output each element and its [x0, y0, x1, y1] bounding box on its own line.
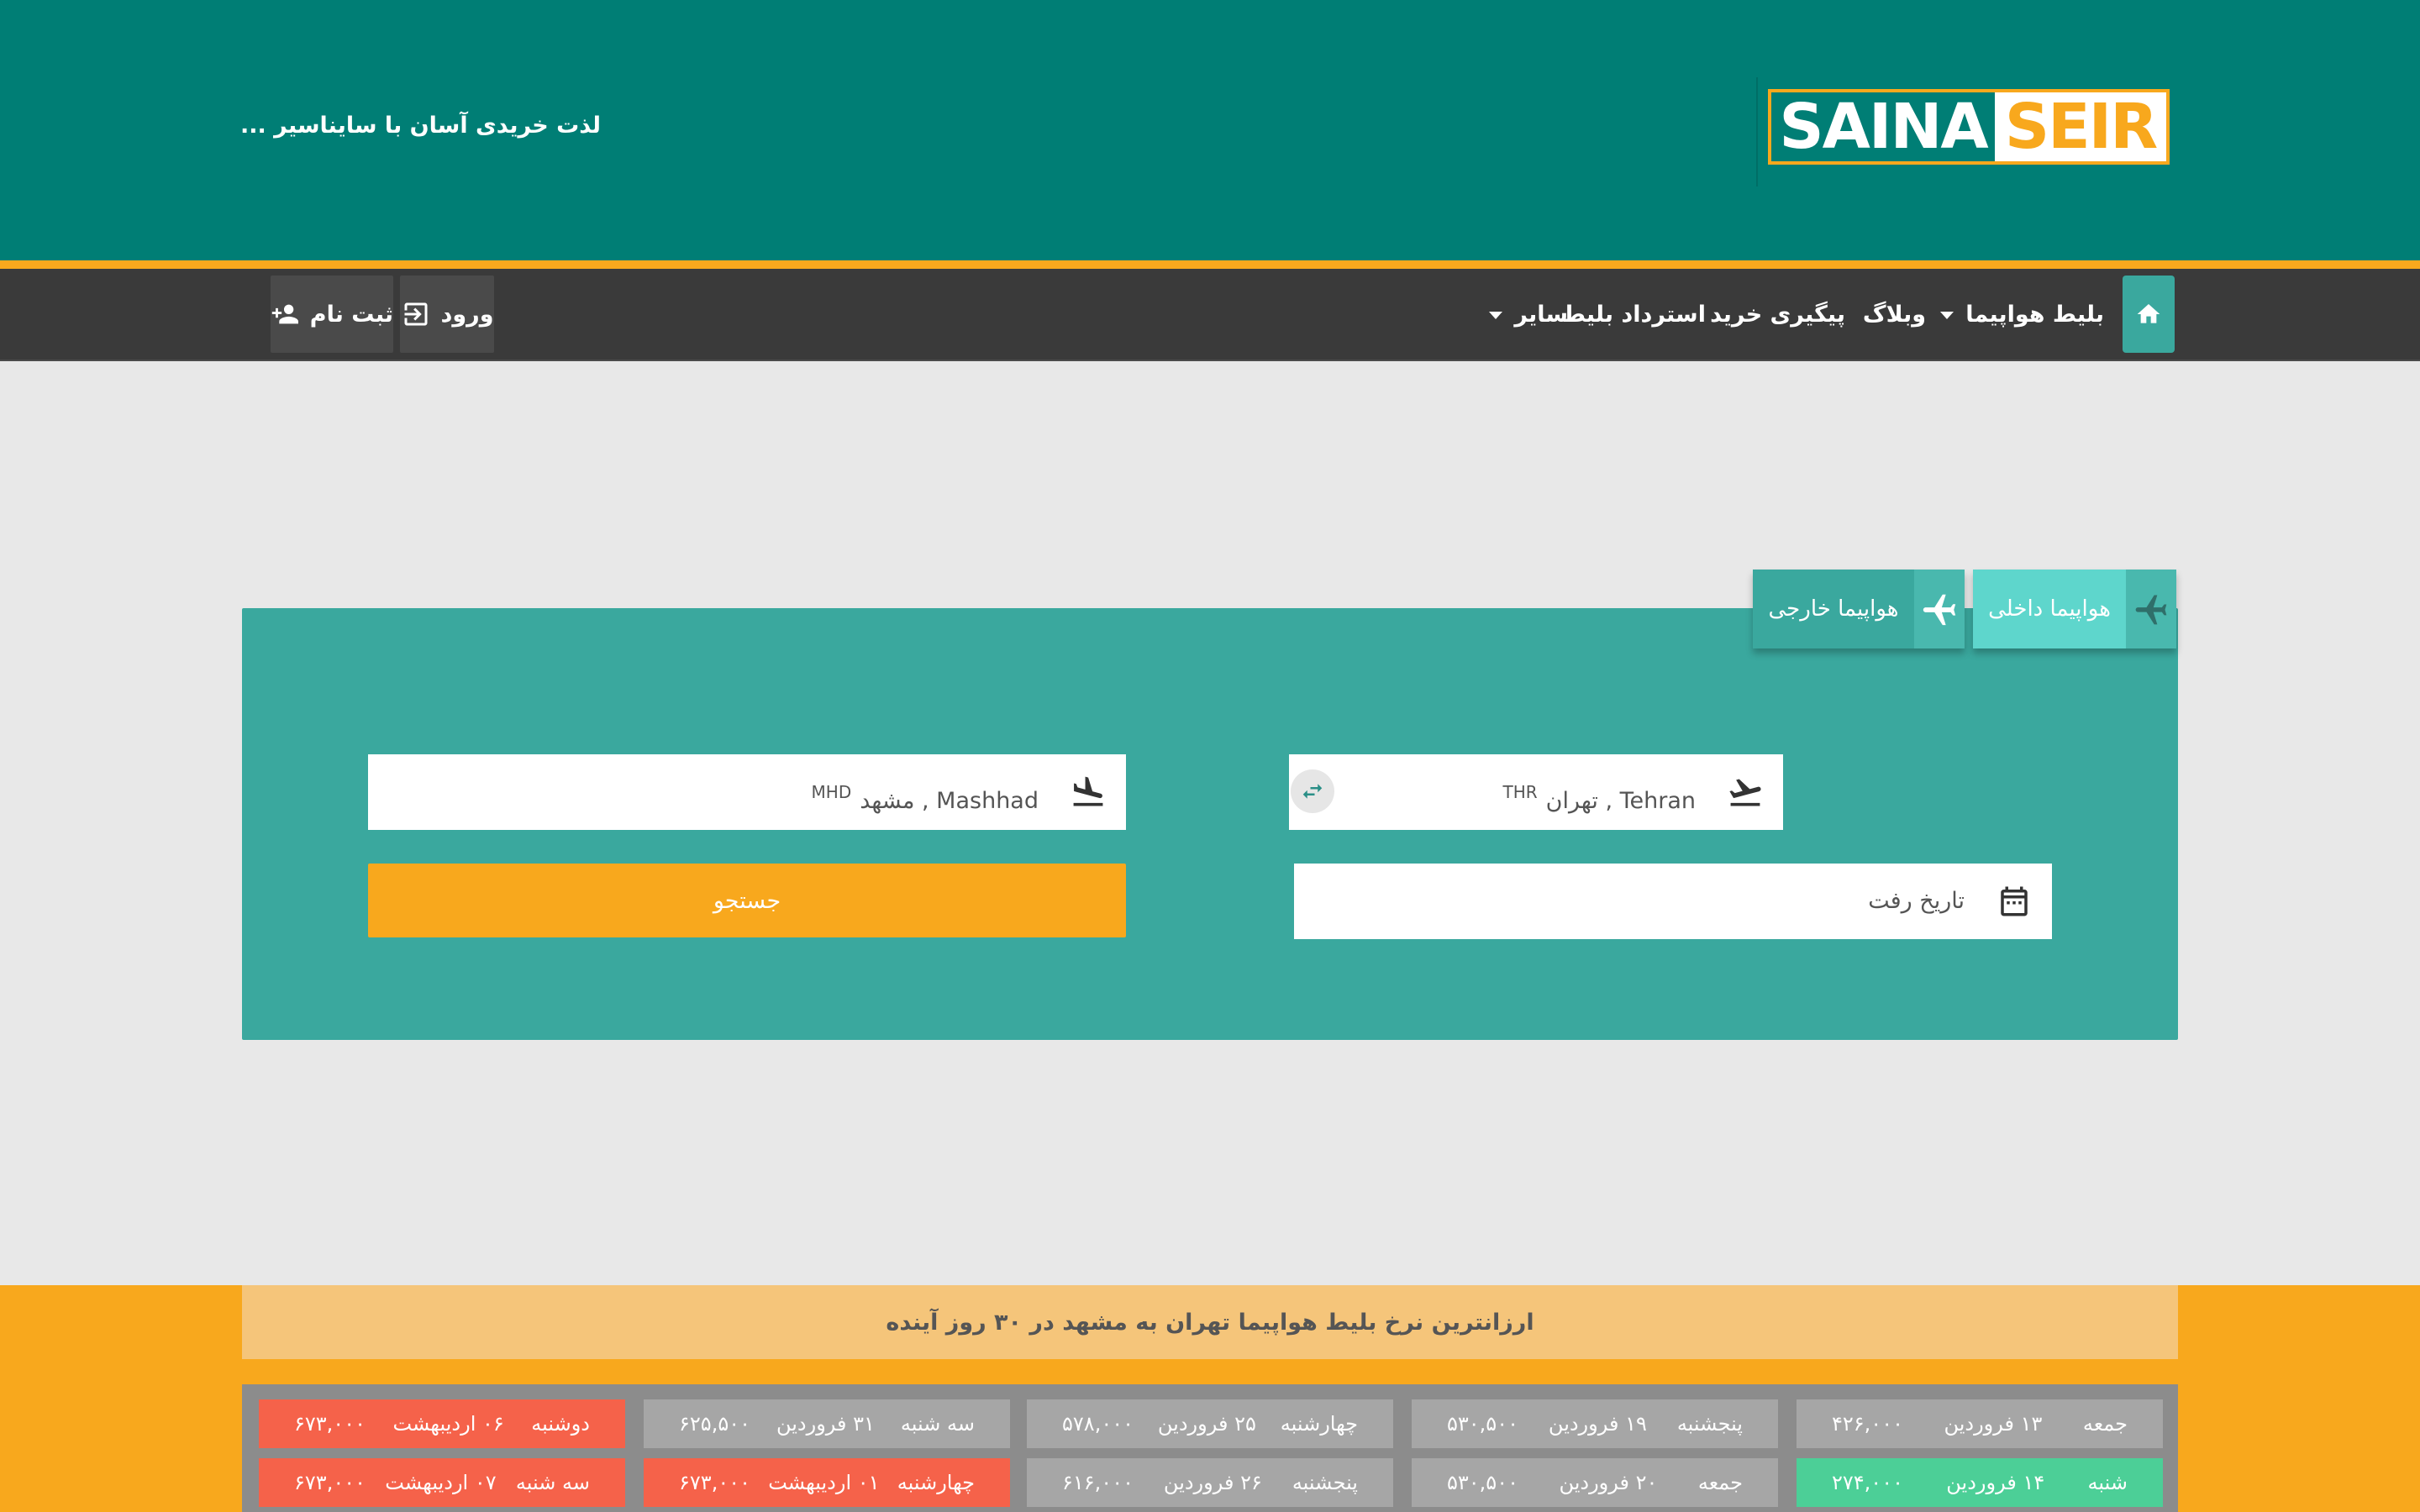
fare-date: ۱۴ فروردین: [1946, 1471, 2045, 1494]
fare-date: ۰۶ اردیبهشت: [392, 1412, 504, 1436]
origin-value: Tehran , تهران THR: [1503, 754, 1696, 830]
nav-item-other[interactable]: سایر: [1489, 269, 1568, 361]
fare-day: پنجشنبه: [1676, 1412, 1743, 1436]
fare-day: جمعه: [1697, 1471, 1743, 1494]
nav-home-button[interactable]: [2123, 276, 2175, 353]
landing-icon: [1069, 773, 1107, 811]
origin-code: THR: [1502, 782, 1538, 802]
destination-code: MHD: [811, 782, 852, 802]
fare-date: ۳۱ فروردین: [776, 1412, 875, 1436]
fare-price: ۶۷۳,۰۰۰: [679, 1471, 750, 1494]
fare-day: شنبه: [2087, 1471, 2128, 1494]
nav-item-blog[interactable]: وبلاگ: [1863, 269, 1926, 361]
register-button[interactable]: ثبت نام: [271, 276, 393, 353]
fare-date: ۱۹ فروردین: [1548, 1412, 1647, 1436]
swap-icon: [1302, 784, 1323, 799]
cheapest-fares-title: ارزانترین نرخ بلیط هواپیما تهران به مشهد…: [242, 1285, 2178, 1359]
header-divider: [1756, 77, 1758, 186]
fare-price: ۵۷۸,۰۰۰: [1062, 1412, 1134, 1436]
tab-international-flight[interactable]: هواپیما خارجی: [1753, 570, 1965, 648]
logo-text-left: SAINA: [1771, 92, 1995, 161]
fare-cell[interactable]: جمعه ۱۳ فروردین ۴۲۶,۰۰۰: [1797, 1399, 2163, 1448]
origin-field[interactable]: Tehran , تهران THR: [1289, 754, 1783, 830]
header-tagline: لذت خریدی آسان با سایناسیر ...: [240, 113, 601, 139]
fare-cell[interactable]: جمعه ۲۰ فروردین ۵۳۰,۵۰۰: [1412, 1458, 1778, 1507]
nav-item-label: استرداد بلیط: [1561, 302, 1706, 328]
chevron-down-icon: [1940, 311, 1954, 319]
fare-day: جمعه: [2082, 1412, 2128, 1436]
nav-item-label: سایر: [1514, 302, 1568, 328]
fare-date: ۲۵ فروردین: [1157, 1412, 1256, 1436]
add-user-icon: [271, 304, 298, 324]
fare-price: ۶۷۳,۰۰۰: [294, 1412, 366, 1436]
login-label: ورود: [440, 301, 494, 328]
logo-text-right: SEIR: [1995, 92, 2166, 161]
airplane-icon: [1914, 570, 1965, 648]
fare-day: چهارشنبه: [1280, 1412, 1358, 1436]
site-logo[interactable]: SAINA SEIR: [1768, 89, 2170, 165]
fare-cell[interactable]: سه شنبه ۳۱ فروردین ۶۲۵,۵۰۰: [644, 1399, 1010, 1448]
fare-day: پنجشنبه: [1292, 1471, 1358, 1494]
calendar-icon: [1995, 882, 2033, 921]
destination-field[interactable]: Mashhad , مشهد MHD: [368, 754, 1126, 830]
fare-date: ۰۱ اردیبهشت: [768, 1471, 880, 1494]
origin-city: Tehran , تهران: [1545, 788, 1696, 814]
fare-date: ۱۳ فروردین: [1944, 1412, 2043, 1436]
fare-price: ۲۷۴,۰۰۰: [1832, 1471, 1903, 1494]
fare-date: ۲۰ فروردین: [1559, 1471, 1658, 1494]
tab-domestic-flight[interactable]: هواپیما داخلی: [1973, 570, 2176, 648]
tab-label: هواپیما داخلی: [1988, 596, 2111, 622]
fare-date: ۲۶ فروردین: [1163, 1471, 1262, 1494]
fare-day: سه شنبه: [900, 1412, 975, 1436]
fare-price: ۴۲۶,۰۰۰: [1832, 1412, 1903, 1436]
home-icon: [2137, 304, 2160, 323]
login-button[interactable]: ورود: [400, 276, 494, 353]
tab-label: هواپیما خارجی: [1768, 596, 1899, 622]
fare-cell[interactable]: پنجشنبه ۱۹ فروردین ۵۳۰,۵۰۰: [1412, 1399, 1778, 1448]
fare-date: ۰۷ اردیبهشت: [385, 1471, 497, 1494]
departure-date-placeholder: تاریخ رفت: [1868, 888, 1965, 914]
fare-cell[interactable]: سه شنبه ۰۷ اردیبهشت ۶۷۳,۰۰۰: [259, 1458, 625, 1507]
departure-date-field[interactable]: تاریخ رفت: [1294, 864, 2052, 939]
nav-item-track-purchase[interactable]: پیگیری خرید: [1710, 269, 1845, 361]
swap-cities-button[interactable]: [1291, 769, 1334, 813]
fare-day: سه شنبه: [515, 1471, 590, 1494]
nav-item-flight-ticket[interactable]: بلیط هواپیما: [1940, 269, 2104, 361]
fare-day: دوشنبه: [531, 1412, 590, 1436]
fare-price: ۵۳۰,۵۰۰: [1447, 1471, 1518, 1494]
nav-item-refund[interactable]: استرداد بلیط: [1562, 269, 1706, 361]
nav-item-label: بلیط هواپیما: [1965, 302, 2104, 328]
fare-cell[interactable]: چهارشنبه ۲۵ فروردین ۵۷۸,۰۰۰: [1027, 1399, 1393, 1448]
register-label: ثبت نام: [309, 301, 393, 328]
fare-price: ۶۱۶,۰۰۰: [1062, 1471, 1134, 1494]
fare-calendar-grid: جمعه ۱۳ فروردین ۴۲۶,۰۰۰ پنجشنبه ۱۹ فروردین ۵۳…: [242, 1384, 2178, 1512]
fare-cell[interactable]: پنجشنبه ۲۶ فروردین ۶۱۶,۰۰۰: [1027, 1458, 1393, 1507]
login-icon: [404, 302, 428, 326]
fare-price: ۵۳۰,۵۰۰: [1447, 1412, 1518, 1436]
airplane-icon: [2126, 570, 2176, 648]
header-stripe: [0, 260, 2420, 269]
takeoff-icon: [1726, 773, 1765, 811]
destination-value: Mashhad , مشهد MHD: [812, 754, 1039, 830]
main-navbar: بلیط هواپیما وبلاگ پیگیری خرید استرداد ب…: [0, 269, 2420, 361]
destination-city: Mashhad , مشهد: [860, 788, 1039, 814]
fare-price: ۶۲۵,۵۰۰: [679, 1412, 750, 1436]
chevron-down-icon: [1489, 311, 1503, 319]
search-button[interactable]: جستجو: [368, 864, 1126, 937]
fare-day: چهارشنبه: [897, 1471, 975, 1494]
fare-cell[interactable]: دوشنبه ۰۶ اردیبهشت ۶۷۳,۰۰۰: [259, 1399, 625, 1448]
fare-cell[interactable]: شنبه ۱۴ فروردین ۲۷۴,۰۰۰: [1797, 1458, 2163, 1507]
flight-search-panel: Tehran , تهران THR Mashhad , مشهد MHD تاری…: [242, 608, 2178, 1040]
fare-price: ۶۷۳,۰۰۰: [294, 1471, 366, 1494]
nav-item-label: وبلاگ: [1862, 302, 1926, 328]
fare-cell[interactable]: چهارشنبه ۰۱ اردیبهشت ۶۷۳,۰۰۰: [644, 1458, 1010, 1507]
nav-item-label: پیگیری خرید: [1710, 302, 1845, 328]
